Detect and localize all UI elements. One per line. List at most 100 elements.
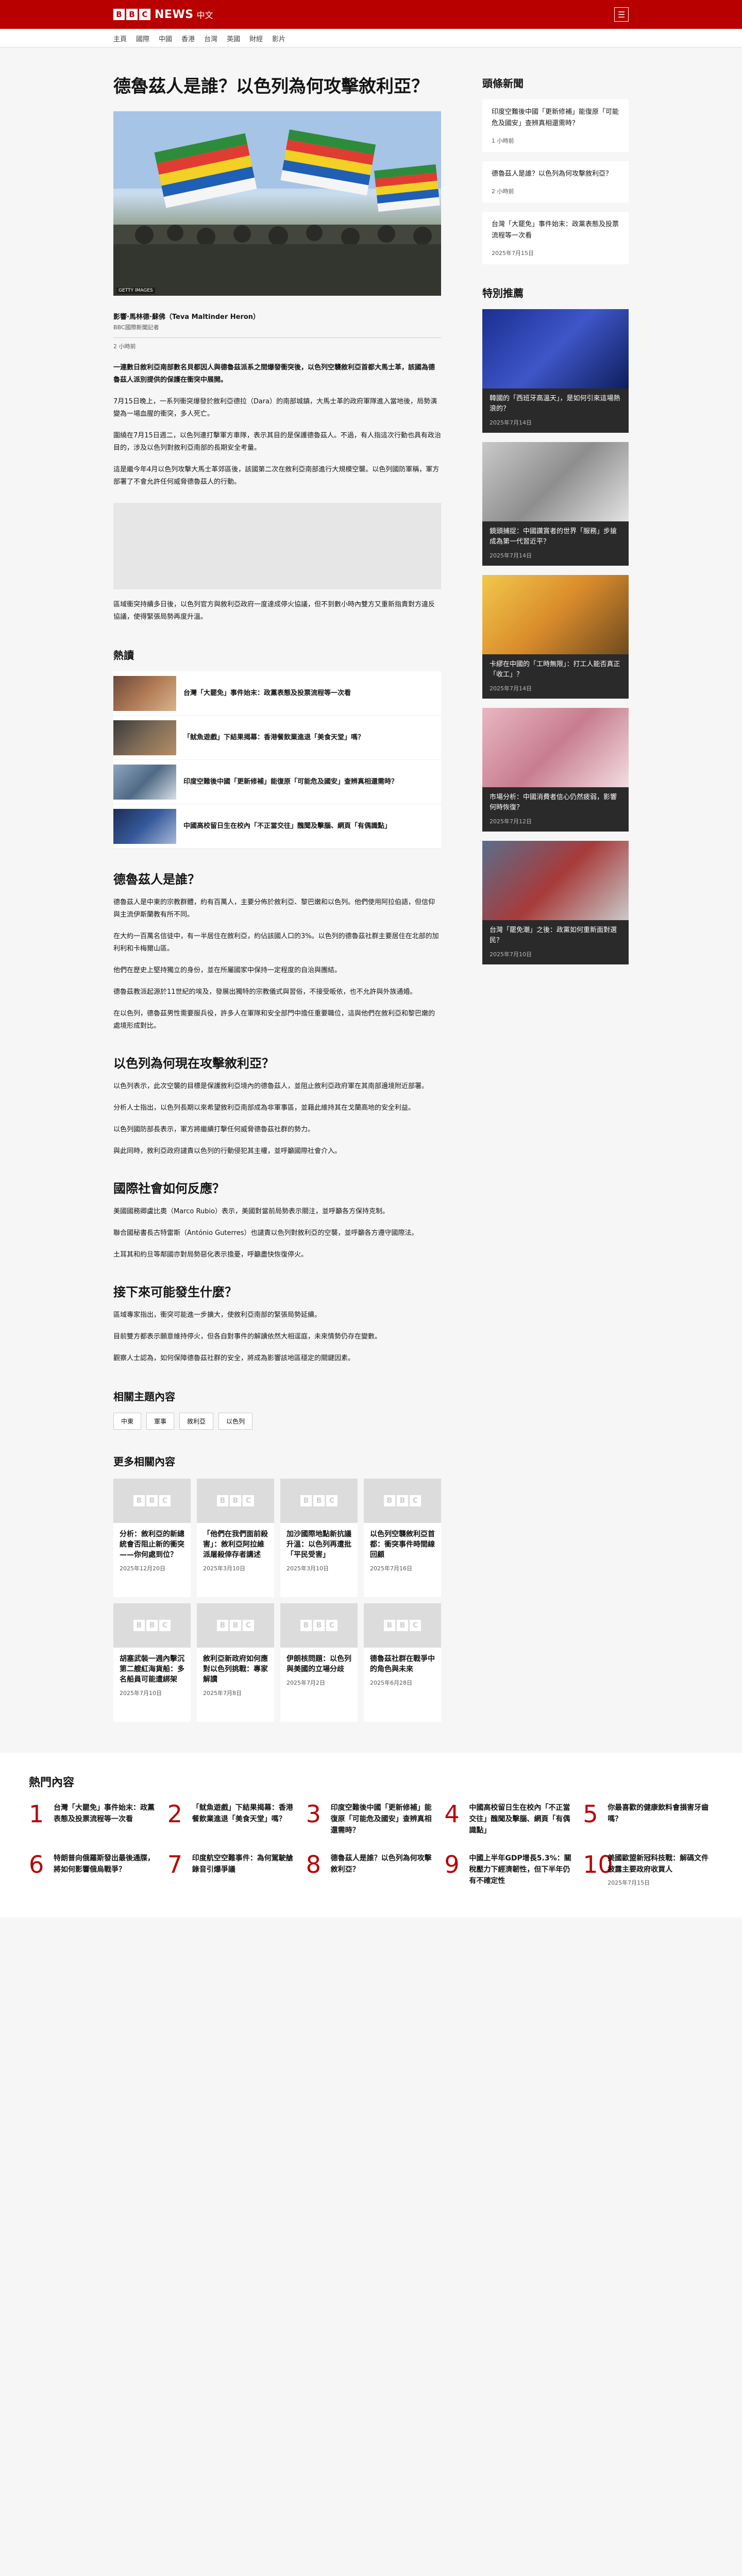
more-related-title: 分析：敘利亞的新總統會否阻止新的衝突——你何處到位？	[120, 1530, 184, 1559]
more-related-card[interactable]: BBC 加沙國際地點新抗議升溫：以色列再遭批「平民受害」 2025年3月10日	[280, 1479, 358, 1597]
top-news-title: 台灣「大罷免」事件始末：政黨表態及投票流程等一次看	[492, 221, 619, 240]
nav-item-home[interactable]: 主頁	[113, 33, 127, 43]
brand-name[interactable]: NEWS	[155, 8, 194, 21]
top-news-heading: 頭條新聞	[482, 77, 524, 90]
popular-rank: 6	[29, 1851, 44, 1878]
hot-read-item[interactable]: 台灣「大罷免」事件始末：政黨表態及投票流程等一次看	[113, 671, 441, 716]
popular-item[interactable]: 5 你最喜歡的健康飲料會損害牙齒嗎？	[583, 1802, 713, 1836]
more-related-card[interactable]: BBC 德魯茲社群在戰爭中的角色與未來 2025年6月28日	[364, 1603, 441, 1722]
more-related-card[interactable]: BBC 以色列空襲敘利亞首都：衝突事件時間線回顧 2025年7月16日	[364, 1479, 441, 1597]
article-paragraph: 7月15日晚上，一系列衝突爆發於敘利亞德拉（Dara）的南部城鎮，大馬士革的政府…	[113, 398, 437, 418]
top-news-card[interactable]: 德魯茲人是誰？以色列為何攻擊敘利亞？ 2 小時前	[482, 161, 629, 202]
more-related-card[interactable]: BBC 伊朗核問題：以色列與美國的立場分歧 2025年7月2日	[280, 1603, 358, 1722]
more-related-title: 以色列空襲敘利亞首都：衝突事件時間線回顧	[370, 1530, 435, 1559]
nav-item-international[interactable]: 國際	[136, 33, 149, 43]
top-news-title: 印度空難後中國「更新修補」能復原「可能危及國安」查辨真相還需時？	[492, 108, 619, 127]
popular-title: 你最喜歡的健康飲料會損害牙齒嗎？	[608, 1804, 709, 1823]
popular-item[interactable]: 7 印度航空空難事件：為何駕駛艙錄音引爆爭議	[167, 1853, 298, 1887]
menu-icon: ☰	[617, 9, 626, 20]
article-paragraph: 目前雙方都表示願意維持停火，但各自對事件的解讀依然大相逕庭，未來情勢仍存在變數。	[113, 1333, 382, 1341]
menu-button[interactable]: ☰	[614, 7, 629, 22]
bbc-logo-letter: B	[126, 9, 138, 20]
nav-item-taiwan[interactable]: 台灣	[204, 33, 217, 43]
popular-item[interactable]: 9 中國上半年GDP增長5.3%：關稅壓力下經濟韌性，但下半年仍有不確定性	[444, 1853, 575, 1887]
nav-item-finance[interactable]: 財經	[249, 33, 263, 43]
nav-item-china[interactable]: 中國	[159, 33, 172, 43]
featured-card[interactable]: 鏡頭捕捉：中國讚賞者的世界「服務」步搶成為第一代習近平？ 2025年7月14日	[482, 442, 629, 566]
hero-caption: GETTY IMAGES	[116, 287, 155, 294]
featured-card[interactable]: 台灣「罷免潮」之後：政黨如何重新面對選民？ 2025年7月10日	[482, 841, 629, 964]
popular-title: 中國上半年GDP增長5.3%：關稅壓力下經濟韌性，但下半年仍有不確定性	[469, 1854, 571, 1885]
nav-item-video[interactable]: 影片	[272, 33, 285, 43]
popular-rank: 7	[167, 1851, 183, 1878]
top-news-card[interactable]: 台灣「大罷免」事件始末：政黨表態及投票流程等一次看 2025年7月15日	[482, 212, 629, 264]
more-related-card[interactable]: BBC 「他們在我們面前殺害」：敘利亞阿拉維派屠殺倖存者講述 2025年3月10…	[197, 1479, 274, 1597]
popular-item[interactable]: 2 「鱿魚遊戲」下結果揭幕：香港餐飲業進退「美食天堂」嗎？	[167, 1802, 298, 1836]
article-paragraph: 與此同時，敘利亞政府譴責以色列的行動侵犯其主權，並呼籲國際社會介入。	[113, 1147, 342, 1155]
article-paragraph: 以色列表示，此次空襲的目標是保護敘利亞境內的德魯茲人，並阻止敘利亞政府軍在其南部…	[113, 1082, 429, 1090]
hot-read-item[interactable]: 印度空難後中國「更新修補」能復原「可能危及國安」查辨真相還需時？	[113, 760, 441, 804]
article-paragraph: 他們在歷史上堅持獨立的身份，並在所屬國家中保持一定程度的自治與團結。	[113, 967, 342, 974]
topic-chip[interactable]: 軍事	[146, 1413, 175, 1430]
nav-item-hongkong[interactable]: 香港	[181, 33, 195, 43]
article-paragraph: 在大約一百萬名信徒中，有一半居住在敘利亞，約佔該國人口的3%。以色列的德魯茲社群…	[113, 933, 439, 953]
more-related-card[interactable]: BBC 敘利亞新政府如何應對以色列挑戰：專家解讀 2025年7月8日	[197, 1603, 274, 1722]
more-related-date: 2025年7月2日	[286, 1680, 325, 1686]
featured-date: 2025年7月10日	[490, 951, 532, 958]
bbc-placeholder-image: BBC	[280, 1603, 358, 1648]
popular-item[interactable]: 10 美國歐盟新冠科技戰：解碼文件披露主要政府收買人 2025年7月15日	[583, 1853, 713, 1887]
hot-reads-heading: 熱讀	[113, 649, 134, 662]
popular-item[interactable]: 6 特朗普向俄羅斯發出最後通牒，將如何影響俄烏戰爭？	[29, 1853, 159, 1887]
hot-read-item[interactable]: 「鱿魚遊戲」下結果揭幕：香港餐飲業進退「美食天堂」嗎？	[113, 716, 441, 760]
featured-card[interactable]: 卡繆在中國的「工時無限」：打工人能否真正「收工」？ 2025年7月14日	[482, 575, 629, 699]
popular-title: 特朗普向俄羅斯發出最後通牒，將如何影響俄烏戰爭？	[54, 1854, 155, 1874]
more-related-heading: 更多相關內容	[113, 1455, 175, 1468]
article-paragraph: 分析人士指出，以色列長期以來希望敘利亞南部成為非軍事區，並藉此維持其在戈蘭高地的…	[113, 1104, 415, 1112]
popular-rank: 10	[583, 1851, 613, 1878]
bbc-logo[interactable]: B B C	[113, 9, 150, 20]
popular-item[interactable]: 4 中國高校留日生在校內「不正當交往」醜聞及擊腦、網頁「有偶識點」	[444, 1802, 575, 1836]
popular-rank: 5	[583, 1800, 598, 1828]
hot-read-item[interactable]: 中國高校留日生在校內「不正當交往」醜聞及擊腦、網頁「有偶識點」	[113, 804, 441, 849]
popular-item[interactable]: 3 印度空難後中國「更新修補」能復原「可能危及國安」查辨真相還需時？	[306, 1802, 436, 1836]
featured-card[interactable]: 韓國的「西班牙高溫天」，是如何引來這場熱浪的？ 2025年7月14日	[482, 309, 629, 433]
popular-title: 「鱿魚遊戲」下結果揭幕：香港餐飲業進退「美食天堂」嗎？	[192, 1804, 293, 1823]
popular-section: 熱門內容 1 台灣「大罷免」事件始末：政黨表態及投票流程等一次看 2 「鱿魚遊戲…	[0, 1753, 742, 1918]
section-heading: 德魯茲人是誰？	[113, 872, 200, 887]
popular-item[interactable]: 1 台灣「大罷免」事件始末：政黨表態及投票流程等一次看	[29, 1802, 159, 1836]
featured-title: 卡繆在中國的「工時無限」：打工人能否真正「收工」？	[490, 660, 620, 679]
article-paragraph: 德魯茲人是中東的宗教群體，約有百萬人，主要分佈於敘利亞、黎巴嫩和以色列。他們使用…	[113, 899, 435, 919]
nav-item-uk[interactable]: 英國	[227, 33, 240, 43]
featured-title: 韓國的「西班牙高溫天」，是如何引來這場熱浪的？	[490, 395, 620, 413]
top-news-card[interactable]: 印度空難後中國「更新修補」能復原「可能危及國安」查辨真相還需時？ 1 小時前	[482, 99, 629, 152]
featured-title: 台灣「罷免潮」之後：政黨如何重新面對選民？	[490, 926, 617, 944]
popular-rank: 2	[167, 1800, 183, 1828]
related-topics-heading: 相關主題內容	[113, 1391, 175, 1403]
article-paragraph: 觀察人士認為，如何保障德魯茲社群的安全，將成為影響該地區穩定的關鍵因素。	[113, 1354, 355, 1362]
more-related-date: 2025年12月20日	[120, 1565, 165, 1572]
article-paragraph: 區域衝突持續多日後，以色列官方與敘利亞政府一度達成停火協議，但不到數小時內雙方又…	[113, 601, 435, 621]
more-related-title: 「他們在我們面前殺害」：敘利亞阿拉維派屠殺倖存者講述	[203, 1530, 268, 1559]
bbc-placeholder-image: BBC	[197, 1479, 274, 1523]
popular-item[interactable]: 8 德魯茲人是誰？以色列為何攻擊敘利亞？	[306, 1853, 436, 1887]
topic-chip[interactable]: 敘利亞	[179, 1413, 214, 1430]
featured-date: 2025年7月14日	[490, 419, 532, 426]
section-heading: 以色列為何現在攻擊敘利亞？	[113, 1056, 274, 1071]
popular-title: 美國歐盟新冠科技戰：解碼文件披露主要政府收買人	[608, 1854, 709, 1874]
featured-image	[482, 841, 629, 920]
hero-flags-illustration	[113, 111, 441, 296]
featured-date: 2025年7月14日	[490, 552, 532, 559]
popular-rank: 9	[444, 1851, 460, 1878]
popular-grid: 1 台灣「大罷免」事件始末：政黨表態及投票流程等一次看 2 「鱿魚遊戲」下結果揭…	[29, 1802, 713, 1887]
topic-chip[interactable]: 以色列	[218, 1413, 253, 1430]
featured-card[interactable]: 市場分析：中國消費者信心仍然疲弱，影響何時恢復？ 2025年7月12日	[482, 708, 629, 832]
featured-heading: 特別推薦	[482, 287, 524, 299]
topic-chips: 中東 軍事 敘利亞 以色列	[113, 1413, 441, 1430]
more-related-card[interactable]: BBC 胡塞武裝一週內擊沉第二艘紅海貨船：多名船員可能遭綁架 2025年7月10…	[113, 1603, 191, 1722]
more-related-card[interactable]: BBC 分析：敘利亞的新總統會否阻止新的衝突——你何處到位？ 2025年12月2…	[113, 1479, 191, 1597]
section-heading: 接下來可能發生什麼？	[113, 1285, 237, 1299]
topic-chip[interactable]: 中東	[113, 1413, 142, 1430]
more-related-grid: BBC 分析：敘利亞的新總統會否阻止新的衝突——你何處到位？ 2025年12月2…	[113, 1479, 441, 1722]
brand-subtitle[interactable]: 中文	[197, 8, 213, 21]
article-paragraph: 這是繼今年4月以色列攻擊大馬士革郊區後，該國第二次在敘利亞南部進行大規模空襲。以…	[113, 466, 440, 486]
